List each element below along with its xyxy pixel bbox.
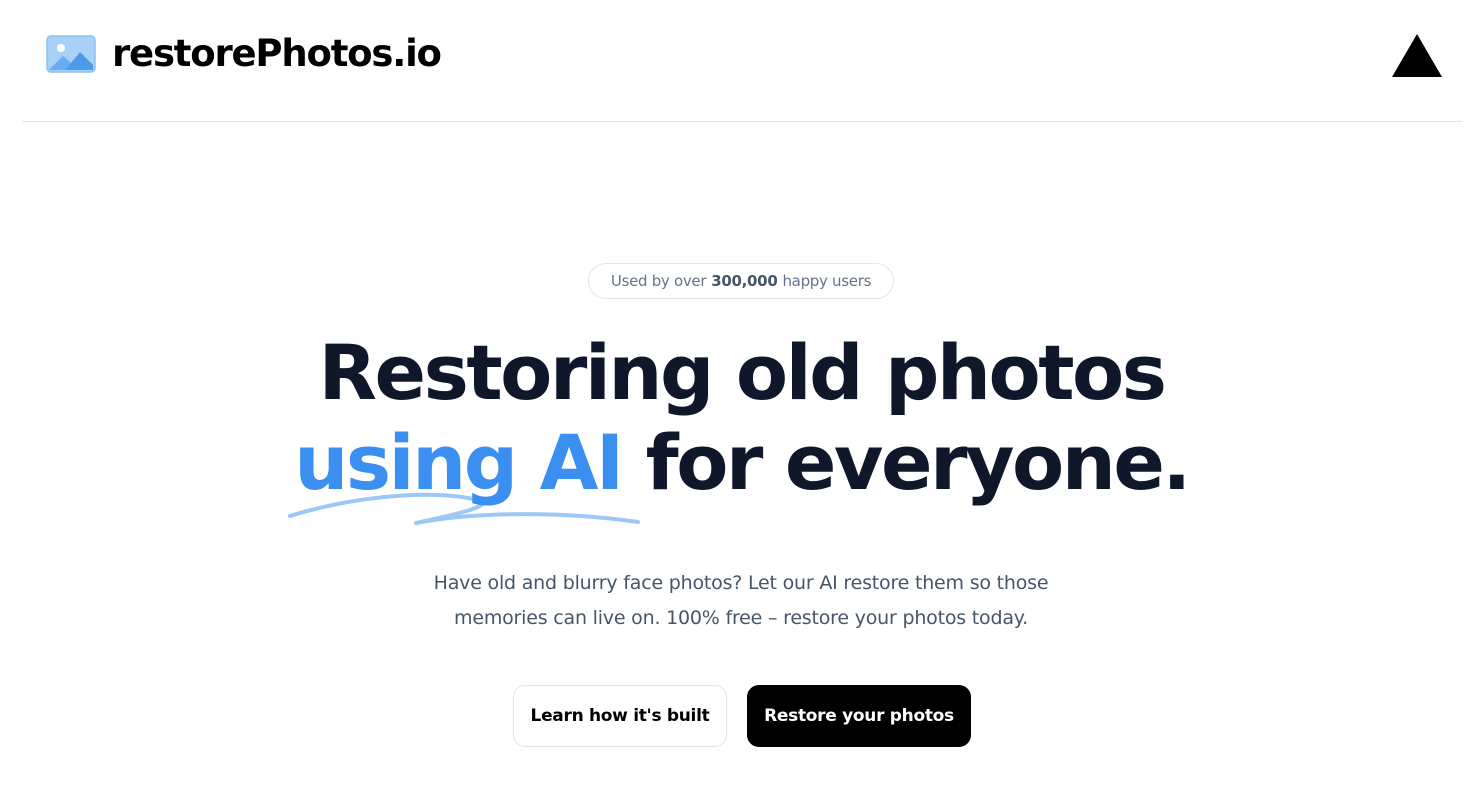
home-logo-link[interactable]: restorePhotos.io: [46, 32, 442, 76]
restore-photos-button[interactable]: Restore your photos: [747, 685, 971, 747]
brand-name: restorePhotos.io: [112, 32, 442, 75]
photo-icon: [46, 35, 96, 73]
vercel-link[interactable]: [1392, 34, 1442, 78]
user-count-badge: Used by over 300,000 happy users: [588, 263, 894, 299]
headline-line-1: Restoring old photos: [318, 328, 1167, 417]
headline-accent: using AI: [288, 418, 641, 525]
badge-prefix: Used by over: [610, 272, 707, 290]
headline-rest: for everyone.: [645, 418, 1192, 507]
badge-count: 300,000: [711, 272, 778, 290]
headline-accent-text: using AI: [294, 418, 624, 507]
headline-line-2: using AI for everyone.: [0, 418, 1483, 525]
hero-subtitle: Have old and blurry face photos? Let our…: [433, 572, 1049, 629]
vercel-triangle-icon: [1392, 34, 1442, 77]
site-header: restorePhotos.io: [22, 0, 1462, 122]
learn-how-built-button[interactable]: Learn how it's built: [513, 685, 727, 747]
badge-suffix: happy users: [782, 272, 872, 290]
hero-headline: Restoring old photos using AI for everyo…: [0, 328, 1483, 525]
